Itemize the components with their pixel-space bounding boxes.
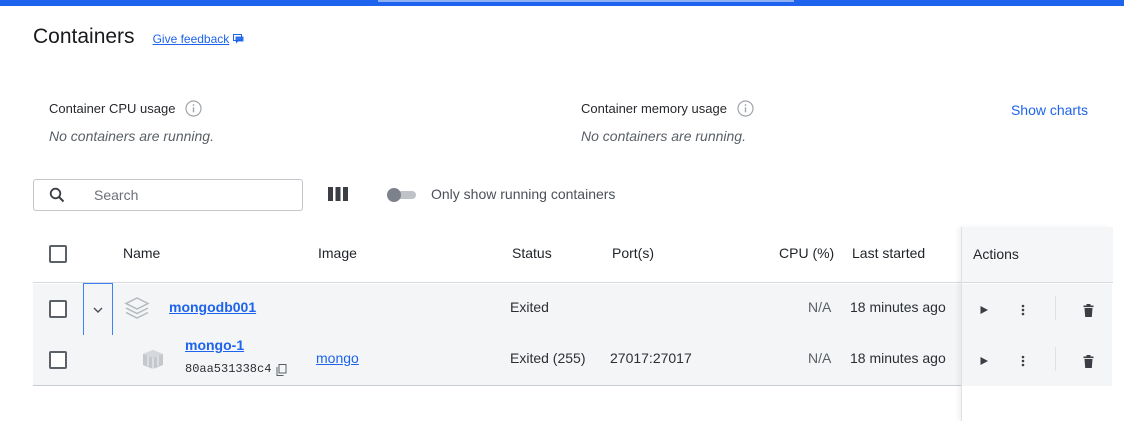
actions-column: Actions xyxy=(961,227,1113,421)
select-all-checkbox[interactable] xyxy=(49,245,67,263)
cpu-usage-panel: Container CPU usage No containers are ru… xyxy=(49,100,214,144)
column-header-last-started[interactable]: Last started xyxy=(852,245,925,261)
memory-usage-message: No containers are running. xyxy=(581,128,746,144)
column-header-ports[interactable]: Port(s) xyxy=(612,245,654,261)
memory-usage-label: Container memory usage xyxy=(581,101,727,116)
search-icon xyxy=(34,187,80,203)
ports-text: 27017:27017 xyxy=(610,350,692,366)
column-header-image[interactable]: Image xyxy=(318,245,357,261)
compose-stack-icon xyxy=(124,296,150,323)
give-feedback-label: Give feedback xyxy=(152,32,230,46)
top-accent-bar xyxy=(0,0,1124,6)
info-icon[interactable] xyxy=(185,100,203,117)
search-box[interactable] xyxy=(33,179,303,211)
container-id: 80aa531338c4 xyxy=(185,362,272,376)
cpu-usage-message: No containers are running. xyxy=(49,128,214,144)
container-icon xyxy=(140,348,166,373)
table-row[interactable]: mongo-1 80aa531338c4 mongo Exited (255) … xyxy=(33,335,1112,386)
cpu-value: N/A xyxy=(808,299,832,315)
column-header-actions: Actions xyxy=(973,246,1019,262)
containers-table: Name Image Status Port(s) CPU (%) Last s… xyxy=(33,227,1113,421)
only-running-toggle[interactable] xyxy=(387,188,417,202)
columns-icon[interactable] xyxy=(327,186,349,202)
show-charts-button[interactable]: Show charts xyxy=(1011,102,1088,118)
copy-icon[interactable] xyxy=(276,363,287,379)
column-header-cpu[interactable]: CPU (%) xyxy=(779,245,834,261)
memory-usage-panel: Container memory usage No containers are… xyxy=(581,100,754,144)
cpu-value: N/A xyxy=(808,350,832,366)
status-text: Exited xyxy=(510,299,549,315)
image-link[interactable]: mongo xyxy=(316,350,359,366)
search-input[interactable] xyxy=(94,187,294,203)
row-checkbox[interactable] xyxy=(49,300,67,318)
table-row[interactable]: mongodb001 Exited N/A 18 minutes ago xyxy=(33,283,1112,336)
chevron-down-icon xyxy=(93,307,103,313)
column-header-name[interactable]: Name xyxy=(123,245,160,261)
page-title: Containers xyxy=(33,25,135,48)
top-bar-highlight xyxy=(378,0,794,2)
cpu-usage-label: Container CPU usage xyxy=(49,101,176,116)
container-name-link[interactable]: mongodb001 xyxy=(169,299,256,315)
last-started-text: 18 minutes ago xyxy=(850,350,946,366)
column-header-status[interactable]: Status xyxy=(512,245,552,261)
last-started-text: 18 minutes ago xyxy=(850,299,946,315)
status-text: Exited (255) xyxy=(510,350,586,366)
row-checkbox[interactable] xyxy=(49,351,67,369)
actions-header: Actions xyxy=(962,227,1113,283)
give-feedback-link[interactable]: Give feedback xyxy=(153,32,245,46)
expand-row-button[interactable] xyxy=(83,283,113,336)
info-icon[interactable] xyxy=(737,100,754,117)
chat-icon xyxy=(233,34,244,44)
page-header: Containers Give feedback xyxy=(33,25,244,49)
container-name-link[interactable]: mongo-1 xyxy=(185,337,244,353)
only-running-label: Only show running containers xyxy=(431,186,616,202)
table-header: Name Image Status Port(s) CPU (%) Last s… xyxy=(33,227,1112,283)
